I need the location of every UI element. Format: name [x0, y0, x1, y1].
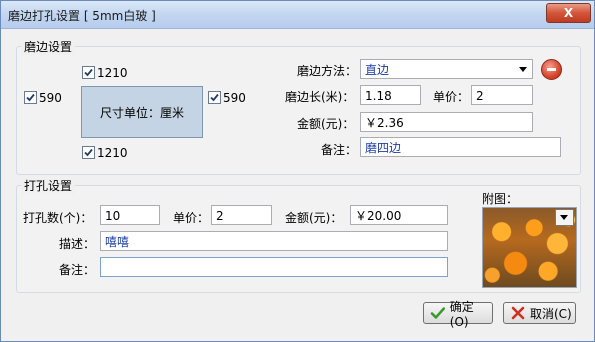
checkbox-top-label: 1210 [97, 66, 128, 80]
image-dropdown-icon[interactable] [555, 209, 574, 226]
checkbox-right-label: 590 [223, 91, 246, 105]
checkbox-left-label: 590 [39, 91, 62, 105]
checkbox-bottom-label: 1210 [97, 146, 128, 160]
checkbox-right[interactable] [208, 91, 221, 104]
checkbox-top[interactable] [82, 66, 95, 79]
edging-length-label: 磨边长(米)： [285, 90, 355, 104]
checkbox-bottom[interactable] [82, 146, 95, 159]
edging-method-value: 直边 [365, 63, 390, 77]
edging-length-input[interactable]: 1.18 [360, 85, 421, 105]
dialog-window: 磨边打孔设置 [ 5mm白玻 ] X 磨边设置 1210 590 尺寸单位：厘米… [0, 0, 595, 342]
size-unit-panel: 尺寸单位：厘米 [81, 86, 203, 138]
edging-price-input[interactable]: 2 [471, 85, 533, 105]
edging-amount-input[interactable]: ￥2.36 [360, 112, 533, 132]
delete-edging-icon[interactable] [541, 59, 562, 80]
drill-note-input[interactable] [100, 257, 448, 277]
close-button[interactable]: X [546, 3, 591, 23]
drill-count-input[interactable]: 10 [100, 205, 160, 225]
drill-amount-label: 金额(元)： [285, 211, 343, 225]
edging-method-select[interactable]: 直边 [360, 59, 533, 79]
window-title: 磨边打孔设置 [ 5mm白玻 ] [8, 9, 156, 23]
drill-desc-label: 描述： [59, 237, 96, 251]
cancel-button-label: 取消(C) [530, 306, 572, 321]
ok-button[interactable]: 确定(O) [423, 300, 493, 329]
edging-note-label: 备注： [321, 143, 358, 157]
checkmark-icon [430, 307, 446, 319]
edging-price-label: 单价： [433, 90, 470, 104]
drill-note-label: 备注： [59, 263, 96, 277]
cross-icon [511, 306, 525, 320]
attachment-label: 附图： [482, 192, 519, 206]
drill-count-label: 打孔数(个)： [23, 211, 93, 225]
edging-method-label: 磨边方法： [297, 64, 358, 78]
drill-price-label: 单价： [173, 211, 210, 225]
drilling-group-label: 打孔设置 [21, 177, 76, 194]
check-icon [84, 68, 93, 77]
cancel-button[interactable]: 取消(C) [503, 302, 576, 324]
chevron-down-icon[interactable] [519, 67, 527, 72]
check-icon [84, 148, 93, 157]
edging-amount-label: 金额(元)： [297, 117, 355, 131]
ok-button-label: 确定(O) [449, 299, 474, 329]
drill-amount-input[interactable]: ￥20.00 [350, 205, 448, 225]
drill-price-input[interactable]: 2 [211, 205, 272, 225]
title-bar[interactable]: 磨边打孔设置 [ 5mm白玻 ] X [1, 1, 594, 29]
drill-desc-input[interactable]: 嘻嘻 [100, 231, 448, 251]
checkbox-left[interactable] [24, 91, 37, 104]
check-icon [26, 93, 35, 102]
edging-note-input[interactable]: 磨四边 [360, 137, 561, 157]
edging-group-label: 磨边设置 [21, 38, 76, 55]
check-icon [210, 93, 219, 102]
